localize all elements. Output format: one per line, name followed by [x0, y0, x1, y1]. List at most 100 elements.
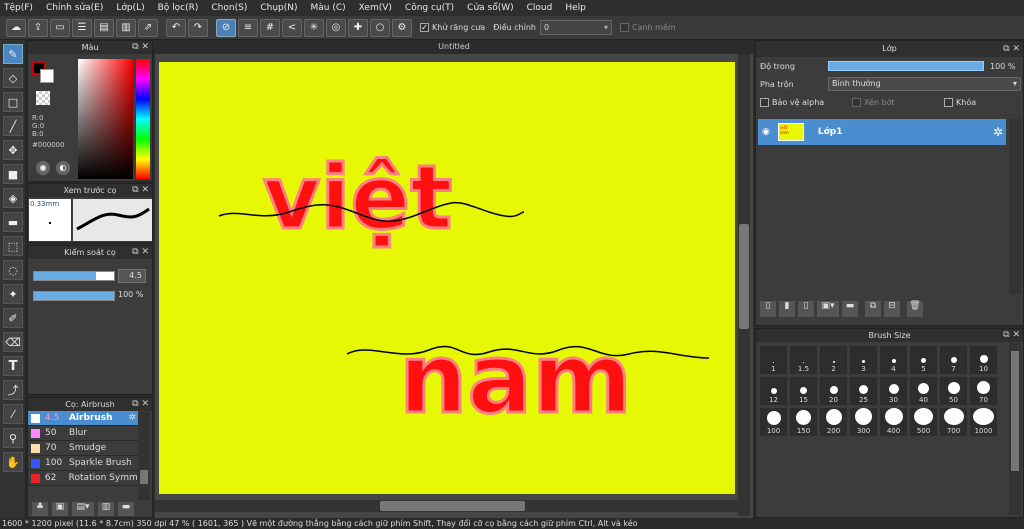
gear-icon[interactable]: ✲ — [993, 125, 1003, 139]
lock-checkbox[interactable] — [944, 97, 953, 107]
brush-size-cell[interactable]: 4 — [879, 345, 908, 375]
layer-blend-select[interactable]: Bình thường ▾ — [828, 77, 1021, 91]
menu-file[interactable]: Tệp(F) — [4, 3, 33, 13]
color-wheel-icon[interactable]: ◐ — [56, 161, 70, 175]
menu-cloud[interactable]: Cloud — [527, 3, 553, 13]
bucket-tool-icon[interactable]: ◈ — [3, 188, 23, 208]
eraser-tool-icon[interactable]: ◇ — [3, 68, 23, 88]
snap-parallel-icon[interactable]: ≡ — [238, 18, 258, 37]
antialias-checkbox[interactable]: ✓ — [420, 23, 429, 32]
snap-circle-icon[interactable]: ◎ — [326, 18, 346, 37]
brush-size-cell[interactable]: 20 — [819, 376, 848, 406]
panel-close-icon[interactable]: ⧉ ✕ — [1003, 329, 1020, 342]
brush-folder-icon[interactable]: ▬ — [118, 502, 134, 516]
brush-size-slider[interactable] — [33, 271, 115, 281]
save-icon[interactable]: ▤ — [94, 18, 114, 37]
divide-tool-icon[interactable]: ⤴ — [3, 380, 23, 400]
brush-size-cell[interactable]: 40 — [909, 376, 938, 406]
eye-icon[interactable]: ◉ — [762, 127, 770, 137]
brush-copy-icon[interactable]: ▥ — [98, 502, 114, 516]
menu-edit[interactable]: Chỉnh sửa(E) — [46, 3, 103, 13]
dropper-tool-icon[interactable]: ⚲ — [3, 428, 23, 448]
menu-filter[interactable]: Bộ lọc(R) — [158, 3, 199, 13]
brush-size-scrollbar[interactable] — [1009, 343, 1021, 515]
fill-rect-tool-icon[interactable]: ■ — [3, 164, 23, 184]
layer-opacity-slider[interactable] — [828, 61, 984, 71]
drawing-canvas[interactable]: việt nam — [159, 62, 735, 494]
saturation-value-picker[interactable] — [78, 59, 133, 179]
brush-size-value[interactable]: 4.5 — [118, 269, 146, 283]
magic-wand-tool-icon[interactable]: ✦ — [3, 284, 23, 304]
chat-icon[interactable]: ☰ — [72, 18, 92, 37]
clip-checkbox[interactable] — [852, 97, 861, 107]
brush-size-cell[interactable]: 10 — [969, 345, 998, 375]
brush-size-cell[interactable]: 150 — [789, 407, 818, 437]
menu-help[interactable]: Help — [565, 3, 586, 13]
duplicate-layer-icon[interactable]: ⧉ — [865, 301, 881, 317]
save-as-icon[interactable]: ▥ — [116, 18, 136, 37]
layer-list-scrollbar[interactable] — [1009, 119, 1021, 294]
brush-item-rotation[interactable]: 62 Rotation Symme — [28, 471, 138, 486]
brush-item-sparkle[interactable]: 100 Sparkle Brush — [28, 456, 138, 471]
snap-curve-icon[interactable]: ✚ — [348, 18, 368, 37]
select-pen-tool-icon[interactable]: ✐ — [3, 308, 23, 328]
brush-size-cell[interactable]: 400 — [879, 407, 908, 437]
redo-icon[interactable]: ↷ — [188, 18, 208, 37]
brush-size-cell[interactable]: 1 — [759, 345, 788, 375]
hue-slider[interactable] — [136, 59, 150, 179]
share-icon[interactable]: ⇗ — [138, 18, 158, 37]
menu-capture[interactable]: Chụp(N) — [260, 3, 297, 13]
panel-close-icon[interactable]: ⧉ ✕ — [132, 41, 149, 54]
export-icon[interactable]: ⇪ — [28, 18, 48, 37]
snap-perspective-icon[interactable]: < — [282, 18, 302, 37]
brush-add-icon[interactable]: ♣ — [32, 502, 48, 516]
new-layer-8bit-icon[interactable]: ▮ — [779, 301, 795, 317]
brush-size-cell[interactable]: 300 — [849, 407, 878, 437]
brush-tool-icon[interactable]: ✎ — [3, 44, 23, 64]
brush-size-cell[interactable]: 25 — [849, 376, 878, 406]
brush-item-airbrush[interactable]: 4.5 Airbrush ✲ — [28, 411, 138, 426]
brush-size-cell[interactable]: 3 — [849, 345, 878, 375]
canvas-horizontal-scrollbar[interactable] — [155, 500, 738, 512]
protect-alpha-checkbox[interactable] — [760, 97, 769, 107]
brush-size-cell[interactable]: 5 — [909, 345, 938, 375]
brush-size-cell[interactable]: 100 — [759, 407, 788, 437]
brush-size-cell[interactable]: 200 — [819, 407, 848, 437]
lasso-tool-icon[interactable]: ◌ — [3, 260, 23, 280]
undo-icon[interactable]: ↶ — [166, 18, 186, 37]
menu-layer[interactable]: Lớp(L) — [116, 3, 144, 13]
document-tab[interactable]: Untitled — [155, 40, 753, 54]
new-layer-1bit-icon[interactable]: ▯ — [798, 301, 814, 317]
new-layer-icon[interactable]: ▯ — [760, 301, 776, 317]
brush-menu-icon[interactable]: ▤▾ — [72, 502, 94, 516]
canvas-vertical-scrollbar[interactable] — [738, 54, 750, 516]
menu-tools[interactable]: Công cụ(T) — [405, 3, 454, 13]
adjust-select[interactable]: 0 ▾ — [539, 20, 612, 35]
brush-list-scrollbar[interactable] — [138, 412, 150, 500]
pen-tool-icon[interactable]: ╱ — [3, 116, 23, 136]
smooth-checkbox[interactable] — [619, 23, 629, 32]
trash-icon[interactable]: 🗑 — [907, 301, 923, 317]
snap-radial-icon[interactable]: ✳ — [304, 18, 324, 37]
text-tool-icon[interactable]: T — [3, 356, 23, 376]
select-tool-icon[interactable]: ⬚ — [3, 236, 23, 256]
gradient-tool-icon[interactable]: ▬ — [3, 212, 23, 232]
brush-item-smudge[interactable]: 70 Smudge — [28, 441, 138, 456]
brush-size-cell[interactable]: 7 — [939, 345, 968, 375]
move-tool-icon[interactable]: ✥ — [3, 140, 23, 160]
panel-close-icon[interactable]: ⧉ ✕ — [132, 246, 149, 259]
panel-close-icon[interactable]: ⧉ ✕ — [1003, 41, 1020, 57]
rect-select-tool-icon[interactable]: □ — [3, 92, 23, 112]
brush-size-cell[interactable]: 15 — [789, 376, 818, 406]
comment-icon[interactable]: ▭ — [50, 18, 70, 37]
menu-view[interactable]: Xem(V) — [359, 3, 392, 13]
select-eraser-tool-icon[interactable]: ⌫ — [3, 332, 23, 352]
menu-select[interactable]: Chọn(S) — [211, 3, 247, 13]
brush-size-cell[interactable]: 12 — [759, 376, 788, 406]
brush-size-cell[interactable]: 70 — [969, 376, 998, 406]
snap-settings-icon[interactable]: ⚙ — [392, 18, 412, 37]
layer-row-1[interactable]: ◉ việt nam Lớp1 ✲ — [758, 119, 1006, 145]
palette-icon[interactable]: ◉ — [36, 161, 50, 175]
brush-size-cell[interactable]: 50 — [939, 376, 968, 406]
brush-size-cell[interactable]: 2 — [819, 345, 848, 375]
